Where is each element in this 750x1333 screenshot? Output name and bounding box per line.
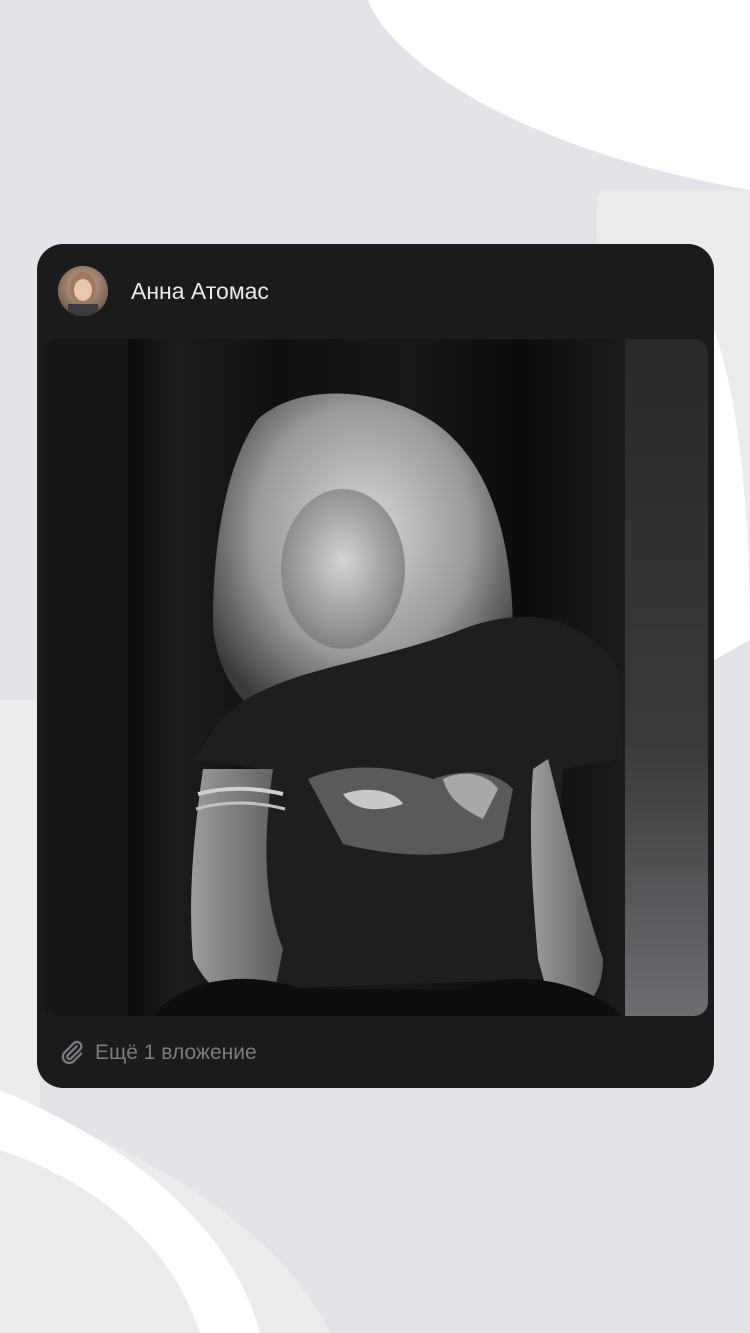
paperclip-icon bbox=[61, 1040, 83, 1065]
author-avatar[interactable] bbox=[58, 266, 108, 316]
post-card[interactable]: Анна Атомас Ещё 1 вложение bbox=[37, 244, 714, 1088]
post-footer[interactable]: Ещё 1 вложение bbox=[37, 1016, 714, 1088]
photo-image bbox=[43, 339, 708, 1016]
post-photo[interactable] bbox=[43, 339, 708, 1016]
author-name[interactable]: Анна Атомас bbox=[131, 278, 269, 305]
post-header: Анна Атомас bbox=[37, 244, 714, 338]
more-attachments-link[interactable]: Ещё 1 вложение bbox=[95, 1041, 257, 1065]
avatar-photo-icon bbox=[58, 266, 108, 316]
